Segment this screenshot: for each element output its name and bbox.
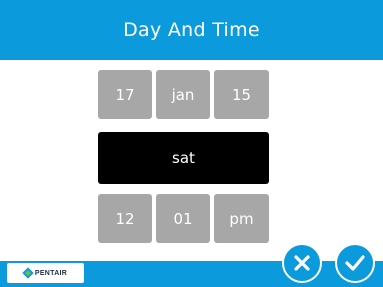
title-bar: Day And Time	[0, 0, 383, 60]
day-field[interactable]: 17	[98, 70, 152, 119]
year-field[interactable]: 15	[214, 70, 269, 119]
weekday-field[interactable]: sat	[98, 132, 269, 184]
cancel-button[interactable]	[282, 243, 322, 283]
minute-field[interactable]: 01	[156, 194, 210, 243]
close-icon	[294, 255, 310, 271]
logo-mark-icon	[22, 267, 34, 279]
logo-text: PENTAIR	[34, 269, 68, 277]
hour-field[interactable]: 12	[98, 194, 152, 243]
month-field[interactable]: jan	[156, 70, 210, 119]
pentair-logo: PENTAIR	[7, 263, 84, 283]
confirm-button[interactable]	[335, 243, 375, 283]
page-title: Day And Time	[123, 19, 260, 41]
ampm-field[interactable]: pm	[214, 194, 269, 243]
checkmark-icon	[345, 255, 365, 271]
